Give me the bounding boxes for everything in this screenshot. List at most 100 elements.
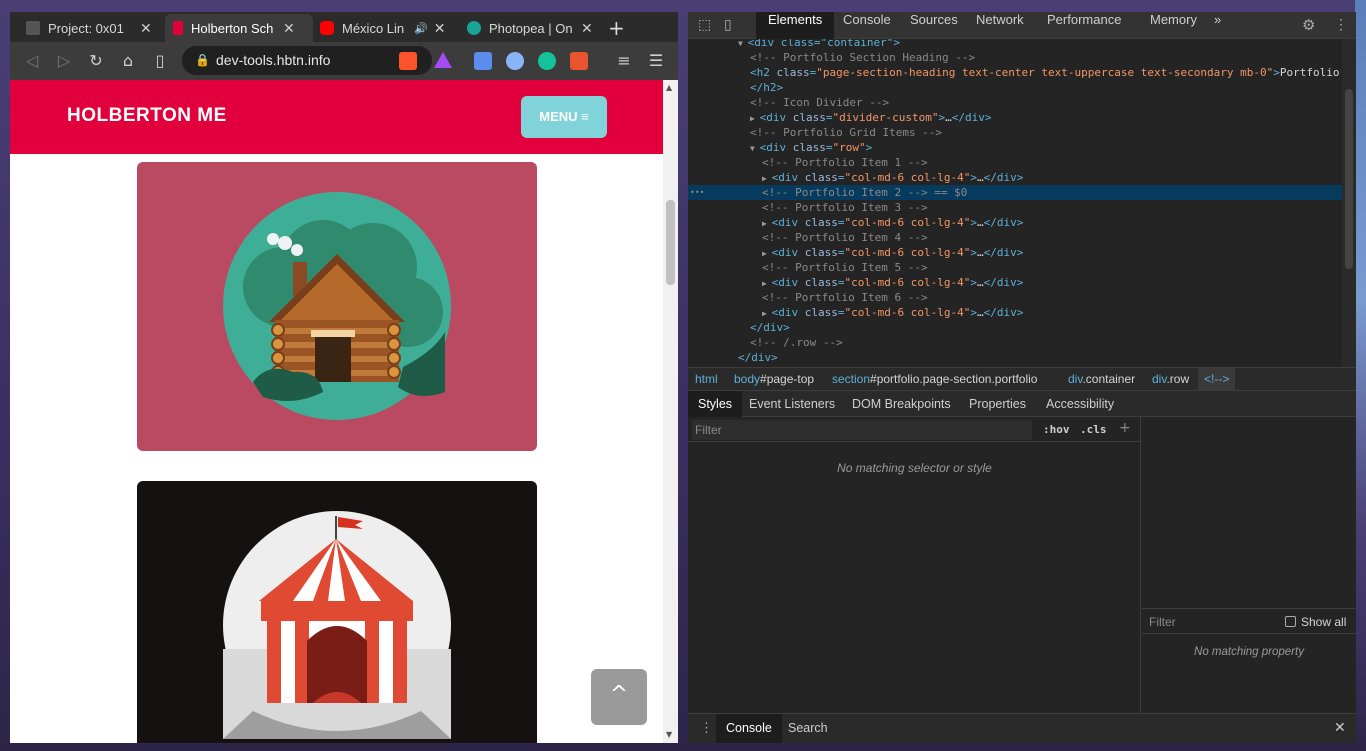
breadcrumb-item[interactable]: html [695, 368, 718, 390]
subtab-properties[interactable]: Properties [959, 391, 1036, 417]
scroll-down-icon[interactable]: ▼ [666, 730, 672, 739]
address-bar[interactable]: 🔒 dev-tools.hbtn.info [182, 46, 432, 75]
dom-equals: = [837, 216, 845, 229]
breadcrumb-item[interactable]: div.row [1152, 368, 1189, 390]
drawer-tab-search[interactable]: Search [778, 714, 838, 743]
devtools-tab-memory[interactable]: Memory [1138, 12, 1209, 39]
devtools-tab-elements[interactable]: Elements [756, 12, 835, 39]
kebab-menu-icon[interactable]: ⋮ [1334, 16, 1348, 33]
dom-node-line[interactable]: ▶ <div class="col-md-6 col-lg-4">…</div> [688, 305, 1342, 320]
media-icon[interactable]: ≡ [614, 51, 634, 71]
dom-node-line[interactable]: <!-- Portfolio Item 3 --> [688, 200, 1342, 215]
menu-button[interactable]: MENU ≡ [521, 96, 607, 138]
dom-node-line[interactable]: <h2 class="page-section-heading text-cen… [688, 65, 1342, 80]
dom-node-line[interactable]: </div> [688, 350, 1342, 365]
dom-node-line[interactable]: ▶ <div class="col-md-6 col-lg-4">…</div> [688, 215, 1342, 230]
devtools-tab-console[interactable]: Console [831, 12, 903, 39]
dom-node-line[interactable]: ▶ <div class="col-md-6 col-lg-4">…</div> [688, 275, 1342, 290]
extension-icon[interactable] [506, 52, 524, 70]
forward-icon[interactable]: ▷ [54, 51, 74, 71]
breadcrumb-item[interactable]: section#portfolio.page-section.portfolio [832, 368, 1037, 390]
browser-menu-icon[interactable]: ☰ [646, 51, 666, 71]
browser-tab-holberton[interactable]: Holberton Sch ✕ [165, 14, 313, 42]
scroll-up-icon[interactable]: ▲ [666, 83, 672, 92]
subtab-dom-breakpoints[interactable]: DOM Breakpoints [842, 391, 961, 417]
portfolio-card-circus[interactable] [137, 481, 537, 743]
dom-node-line[interactable]: ▶ <div class="col-md-6 col-lg-4">…</div> [688, 245, 1342, 260]
extension-c-icon[interactable] [570, 52, 588, 70]
dom-node-line[interactable]: </h2> [688, 80, 1342, 95]
new-style-rule-button[interactable]: + [1119, 420, 1131, 436]
dom-node-line[interactable]: <!-- Icon Divider --> [688, 95, 1342, 110]
browser-tab-project[interactable]: Project: 0x01 ✕ [18, 14, 168, 42]
drawer-menu-icon[interactable]: ⋮ [700, 720, 713, 736]
back-icon[interactable]: ◁ [22, 51, 42, 71]
dom-attr-name: class [804, 216, 838, 229]
cls-toggle[interactable]: .cls [1080, 423, 1107, 436]
more-tabs-icon[interactable]: » [1202, 12, 1233, 39]
dom-tag: </div> [750, 321, 790, 334]
new-tab-button[interactable]: + [608, 16, 625, 40]
breadcrumb-item[interactable]: div.container [1068, 368, 1135, 390]
devtools-tab-sources[interactable]: Sources [898, 12, 970, 39]
tab-close-icon[interactable]: ✕ [581, 20, 593, 37]
subtab-event-listeners[interactable]: Event Listeners [739, 391, 845, 417]
elements-scrollbar[interactable] [1342, 39, 1356, 367]
settings-gear-icon[interactable]: ⚙ [1302, 16, 1315, 34]
speaker-icon[interactable]: 🔊 [414, 22, 428, 35]
dom-node-line[interactable]: <!-- /.row --> [688, 335, 1342, 350]
browser-tab-photopea[interactable]: Photopea | On ✕ [459, 14, 607, 42]
dom-node-line[interactable]: <!-- Portfolio Grid Items --> [688, 125, 1342, 140]
dom-node-line[interactable]: ▶ <div class="col-md-6 col-lg-4">…</div> [688, 170, 1342, 185]
devtools-tab-performance[interactable]: Performance [1035, 12, 1133, 39]
bookmark-icon[interactable]: ▯ [150, 51, 170, 71]
device-toolbar-icon[interactable]: ▯ [724, 16, 732, 33]
tab-close-icon[interactable]: ✕ [140, 20, 152, 37]
computed-filter-input[interactable]: Filter [1149, 615, 1176, 629]
dom-node-line[interactable]: <!-- Portfolio Item 6 --> [688, 290, 1342, 305]
brave-rewards-icon[interactable] [434, 52, 452, 68]
dom-node-line[interactable]: <!-- Portfolio Item 4 --> [688, 230, 1342, 245]
tab-close-icon[interactable]: ✕ [283, 20, 295, 37]
grammarly-icon[interactable] [538, 52, 556, 70]
elements-scrollbar-thumb[interactable] [1345, 89, 1353, 269]
dom-node-line[interactable]: <!-- Portfolio Item 2 --> == $0 ••• [688, 185, 1342, 200]
elements-dom-tree[interactable]: ▼ <div class="container"> <!-- Portfolio… [688, 39, 1342, 367]
drawer-close-icon[interactable]: ✕ [1334, 719, 1346, 736]
show-all-label[interactable]: Show all [1301, 615, 1346, 629]
devtools-tab-network[interactable]: Network [964, 12, 1036, 39]
subtab-styles[interactable]: Styles [688, 391, 743, 417]
scroll-to-top-button[interactable]: ^ [591, 669, 647, 725]
page-scrollbar[interactable]: ▲ ▼ [663, 80, 678, 743]
dom-equals: = [825, 111, 833, 124]
home-icon[interactable]: ⌂ [118, 51, 138, 71]
reload-icon[interactable]: ↻ [86, 51, 106, 71]
dom-node-line[interactable]: <!-- Portfolio Item 1 --> [688, 155, 1342, 170]
browser-tab-mexico[interactable]: México Lin 🔊 ✕ [312, 14, 460, 42]
portfolio-card-cabin[interactable] [137, 162, 537, 451]
dom-tag: <div [771, 276, 805, 289]
inspect-element-icon[interactable]: ⬚ [698, 16, 711, 33]
brave-shield-icon[interactable] [399, 52, 417, 70]
show-all-checkbox[interactable] [1285, 616, 1296, 627]
dom-node-line[interactable]: </div> [688, 320, 1342, 335]
dom-node-line[interactable]: ▼ <div class="row"> [688, 140, 1342, 155]
page-scrollbar-thumb[interactable] [666, 200, 675, 285]
dom-tag: <h2 [750, 66, 777, 79]
hov-toggle[interactable]: :hov [1043, 423, 1070, 436]
dom-node-line[interactable]: <!-- Portfolio Item 5 --> [688, 260, 1342, 275]
dom-tag: </div> [983, 216, 1024, 229]
subtab-accessibility[interactable]: Accessibility [1036, 391, 1124, 417]
styles-filter-input[interactable]: Filter [692, 420, 1032, 440]
breadcrumb-item[interactable]: <!--> [1198, 368, 1236, 390]
translate-icon[interactable] [474, 52, 492, 70]
drawer-tab-console[interactable]: Console [716, 714, 782, 743]
dom-attr-value: "divider-custom" [832, 111, 939, 124]
computed-filter-row: Filter Show all [1142, 608, 1356, 634]
dom-node-line[interactable]: <!-- Portfolio Section Heading --> [688, 50, 1342, 65]
dom-node-line[interactable]: ▶ <div class="divider-custom">…</div> [688, 110, 1342, 125]
tab-close-icon[interactable]: ✕ [434, 20, 446, 37]
dom-node-line[interactable]: ▼ <div class="container"> [688, 39, 1342, 50]
site-brand[interactable]: HOLBERTON ME [67, 105, 227, 127]
breadcrumb-item[interactable]: body#page-top [734, 368, 814, 390]
